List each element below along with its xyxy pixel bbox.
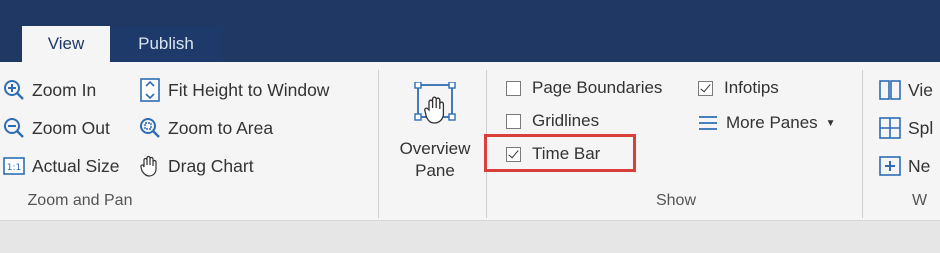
tab-view[interactable]: View	[22, 26, 110, 62]
actual-size-label: Actual Size	[32, 155, 120, 176]
drag-chart-label: Drag Chart	[168, 155, 254, 176]
fit-height-icon	[138, 78, 162, 102]
overview-pane-label-line2: Pane	[415, 161, 455, 180]
page-boundaries-checkbox[interactable]: Page Boundaries	[506, 74, 662, 102]
zoom-out-button[interactable]: Zoom Out	[2, 114, 110, 142]
gridlines-label: Gridlines	[532, 111, 600, 130]
caret-down-icon: ▼	[825, 117, 836, 129]
time-bar-highlight	[484, 134, 636, 172]
overview-pane-icon	[413, 81, 457, 130]
zoom-in-button[interactable]: Zoom In	[2, 76, 96, 104]
zoom-to-area-label: Zoom to Area	[168, 117, 274, 138]
view-window-label: Vie	[908, 79, 933, 100]
split-button[interactable]: Spl	[878, 114, 933, 142]
show-group-label: Show	[655, 192, 697, 209]
fit-height-button[interactable]: Fit Height to Window	[138, 76, 329, 104]
drag-chart-button[interactable]: Drag Chart	[138, 152, 254, 180]
split-grid-icon	[878, 116, 902, 140]
zoom-out-label: Zoom Out	[32, 117, 110, 138]
gridlines-box[interactable]	[506, 113, 521, 129]
fit-height-label: Fit Height to Window	[168, 79, 330, 100]
more-panes-dropdown[interactable]: More Panes ▼	[696, 109, 836, 137]
zoom-to-area-icon	[138, 116, 162, 140]
zoom-out-icon	[2, 116, 26, 140]
new-window-button[interactable]: Ne	[878, 152, 930, 180]
more-panes-label: More Panes	[726, 113, 818, 132]
infotips-checkbox[interactable]: Infotips	[698, 74, 779, 102]
zoom-in-label: Zoom In	[32, 79, 97, 100]
group-separator	[378, 70, 379, 218]
gridlines-checkbox[interactable]: Gridlines	[506, 107, 599, 135]
window-group-label: W	[912, 192, 928, 209]
actual-size-button[interactable]: 1:1 Actual Size	[2, 152, 120, 180]
new-window-icon	[878, 154, 902, 178]
view-window-button[interactable]: Vie	[878, 76, 933, 104]
page-boundaries-label: Page Boundaries	[532, 78, 663, 97]
zoom-in-icon	[2, 78, 26, 102]
hand-icon	[138, 154, 162, 178]
zoom-and-pan-group-label: Zoom and Pan	[27, 192, 133, 209]
list-icon	[696, 111, 720, 135]
actual-size-icon: 1:1	[2, 154, 26, 178]
columns-icon	[878, 78, 902, 102]
infotips-box[interactable]	[698, 80, 713, 96]
infotips-label: Infotips	[724, 78, 779, 97]
page-boundaries-box[interactable]	[506, 80, 521, 96]
new-window-label: Ne	[908, 155, 931, 176]
overview-pane-label-line1: Overview	[399, 139, 471, 158]
tab-publish[interactable]: Publish	[110, 26, 222, 62]
svg-text:1:1: 1:1	[7, 163, 21, 173]
ribbon-footer	[0, 220, 940, 253]
group-separator	[862, 70, 863, 218]
split-label: Spl	[908, 117, 934, 138]
zoom-to-area-button[interactable]: Zoom to Area	[138, 114, 273, 142]
overview-pane-button[interactable]: Overview Pane	[392, 81, 478, 186]
